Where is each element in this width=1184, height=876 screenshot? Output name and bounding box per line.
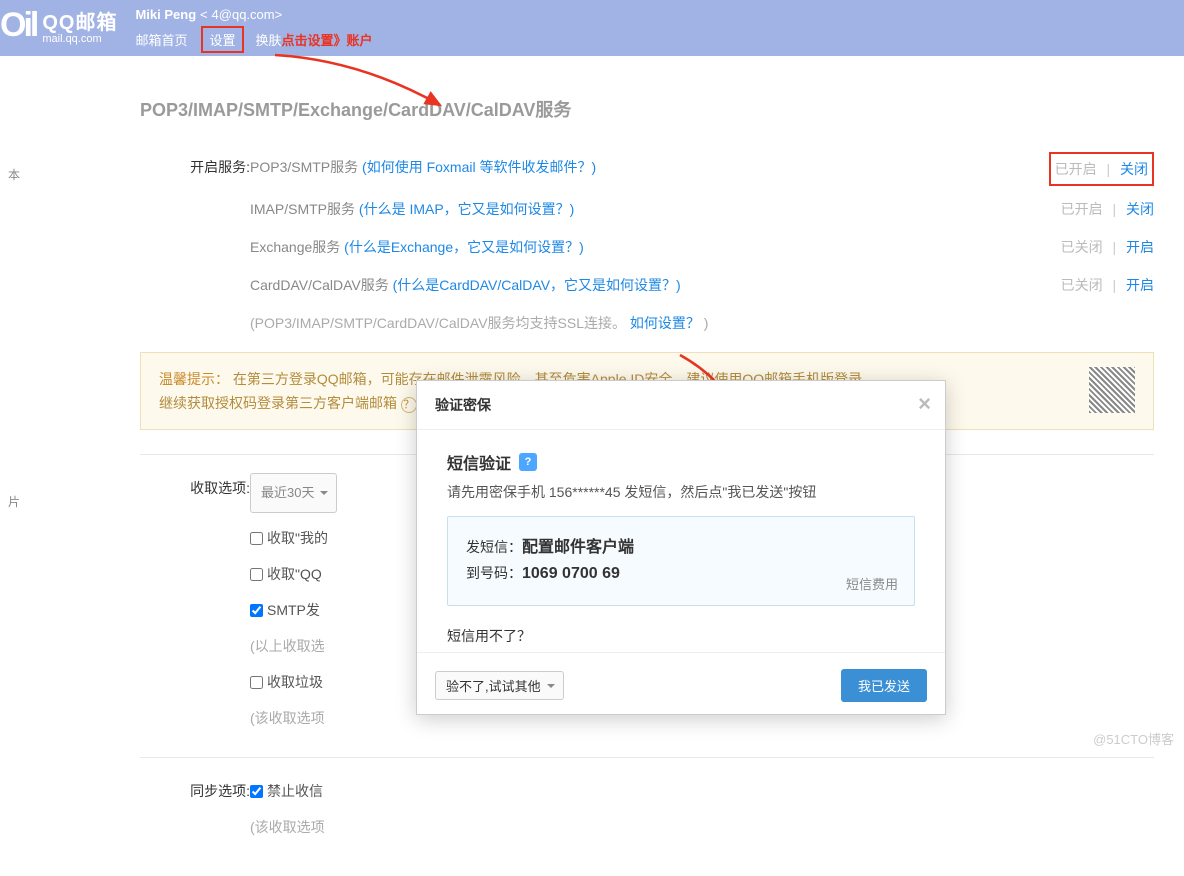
cb-smtp[interactable] — [250, 604, 263, 617]
sync-label: 同步选项: — [140, 776, 250, 806]
nav-settings[interactable]: 设置 — [209, 33, 235, 48]
svc-exchange: Exchange服务 — [250, 239, 340, 255]
verify-modal: 验证密保 × 短信验证 ? 请先用密保手机 156******45 发短信，然后… — [416, 380, 946, 715]
sms-to-value: 1069 0700 69 — [522, 565, 620, 582]
ssl-note-b: ) — [704, 315, 709, 331]
receive-label: 收取选项: — [140, 473, 250, 503]
ssl-note-a: (POP3/IMAP/SMTP/CardDAV/CalDAV服务均支持SSL连接… — [250, 315, 626, 331]
cb-trash[interactable] — [250, 676, 263, 689]
annotation-settings: 点击设置》账户 — [282, 30, 373, 49]
svc-pop3-help[interactable]: (如何使用 Foxmail 等软件收发邮件？) — [362, 159, 596, 175]
sidebar-item[interactable]: 本 — [8, 166, 30, 183]
logo: Oil QQ邮箱 mail.qq.com — [0, 6, 117, 45]
no-sms-link[interactable]: 短信用不了？ — [447, 626, 915, 646]
left-sidebar: 本 片 — [0, 56, 30, 754]
svc-carddav-action[interactable]: 开启 — [1126, 277, 1154, 293]
nav-row: 邮箱首页 设置 换肤 点击设置》账户 — [135, 26, 372, 53]
svc-carddav-help[interactable]: (什么是CardDAV/CalDAV，它又是如何设置？) — [393, 277, 681, 293]
ssl-note-link[interactable]: 如何设置？ — [630, 315, 700, 331]
svc-imap: IMAP/SMTP服务 — [250, 201, 355, 217]
sms-title: 短信验证 — [447, 450, 511, 474]
brand-en: mail.qq.com — [42, 33, 117, 45]
sms-info-box: 发短信：配置邮件客户端 到号码：1069 0700 69 短信费用 — [447, 516, 915, 606]
sms-desc: 请先用密保手机 156******45 发短信，然后点"我已发送"按钮 — [447, 482, 915, 502]
user-email-close: 4@qq.com> — [212, 7, 283, 22]
topbar: Oil QQ邮箱 mail.qq.com Miki Peng < 4@qq.co… — [0, 0, 1184, 56]
svc-pop3-status: 已开启 — [1055, 161, 1097, 177]
svc-exchange-status: 已关闭 — [1061, 239, 1103, 255]
svc-exchange-help[interactable]: (什么是Exchange，它又是如何设置？) — [344, 239, 584, 255]
nav-change-skin[interactable]: 换肤 — [256, 30, 282, 49]
confirm-sent-button[interactable]: 我已发送 — [841, 669, 927, 702]
sync-hint: (该收取选项 — [250, 812, 1154, 842]
svc-imap-help[interactable]: (什么是 IMAP，它又是如何设置？) — [359, 201, 574, 217]
svc-imap-status: 已开启 — [1061, 201, 1103, 217]
range-select[interactable]: 最近30天 — [250, 473, 337, 513]
nav-home[interactable]: 邮箱首页 — [135, 30, 187, 49]
tip-label: 温馨提示： — [159, 371, 229, 387]
svc-carddav: CardDAV/CalDAV服务 — [250, 277, 389, 293]
svc-imap-action[interactable]: 关闭 — [1126, 201, 1154, 217]
cb-block-receive[interactable] — [250, 785, 263, 798]
user-name: Miki Peng — [135, 7, 196, 22]
modal-title-bar: 验证密保 × — [417, 381, 945, 430]
modal-title: 验证密保 — [435, 397, 491, 413]
sms-to-label: 到号码： — [466, 565, 522, 581]
qr-code — [1089, 367, 1135, 413]
cb-qq-folder[interactable] — [250, 568, 263, 581]
close-icon[interactable]: × — [918, 391, 931, 417]
help-icon[interactable]: ？ — [401, 397, 417, 413]
svc-carddav-status: 已关闭 — [1061, 277, 1103, 293]
svc-pop3: POP3/SMTP服务 — [250, 159, 358, 175]
alt-verify-select[interactable]: 验不了,试试其他 — [435, 671, 564, 700]
sms-fee-link[interactable]: 短信费用 — [846, 574, 898, 593]
user-email-open: < — [200, 7, 208, 22]
sms-send-value: 配置邮件客户端 — [522, 539, 634, 556]
divider — [140, 757, 1154, 758]
tip-line2a: 继续获取授权码登录第三方客户端邮箱 — [159, 395, 401, 411]
svc-pop3-action[interactable]: 关闭 — [1120, 161, 1148, 177]
shield-icon: ? — [519, 453, 537, 471]
cb-my-folder[interactable] — [250, 532, 263, 545]
section-title: POP3/IMAP/SMTP/Exchange/CardDAV/CalDAV服务 — [140, 96, 1154, 122]
open-service-label: 开启服务: — [140, 152, 250, 182]
svc-exchange-action[interactable]: 开启 — [1126, 239, 1154, 255]
logo-glyph: Oil — [0, 6, 36, 45]
sidebar-item[interactable]: 片 — [8, 493, 30, 510]
brand-cn: QQ邮箱 — [42, 12, 117, 34]
sms-send-label: 发短信： — [466, 539, 522, 555]
watermark: @51CTO博客 — [1093, 729, 1174, 748]
